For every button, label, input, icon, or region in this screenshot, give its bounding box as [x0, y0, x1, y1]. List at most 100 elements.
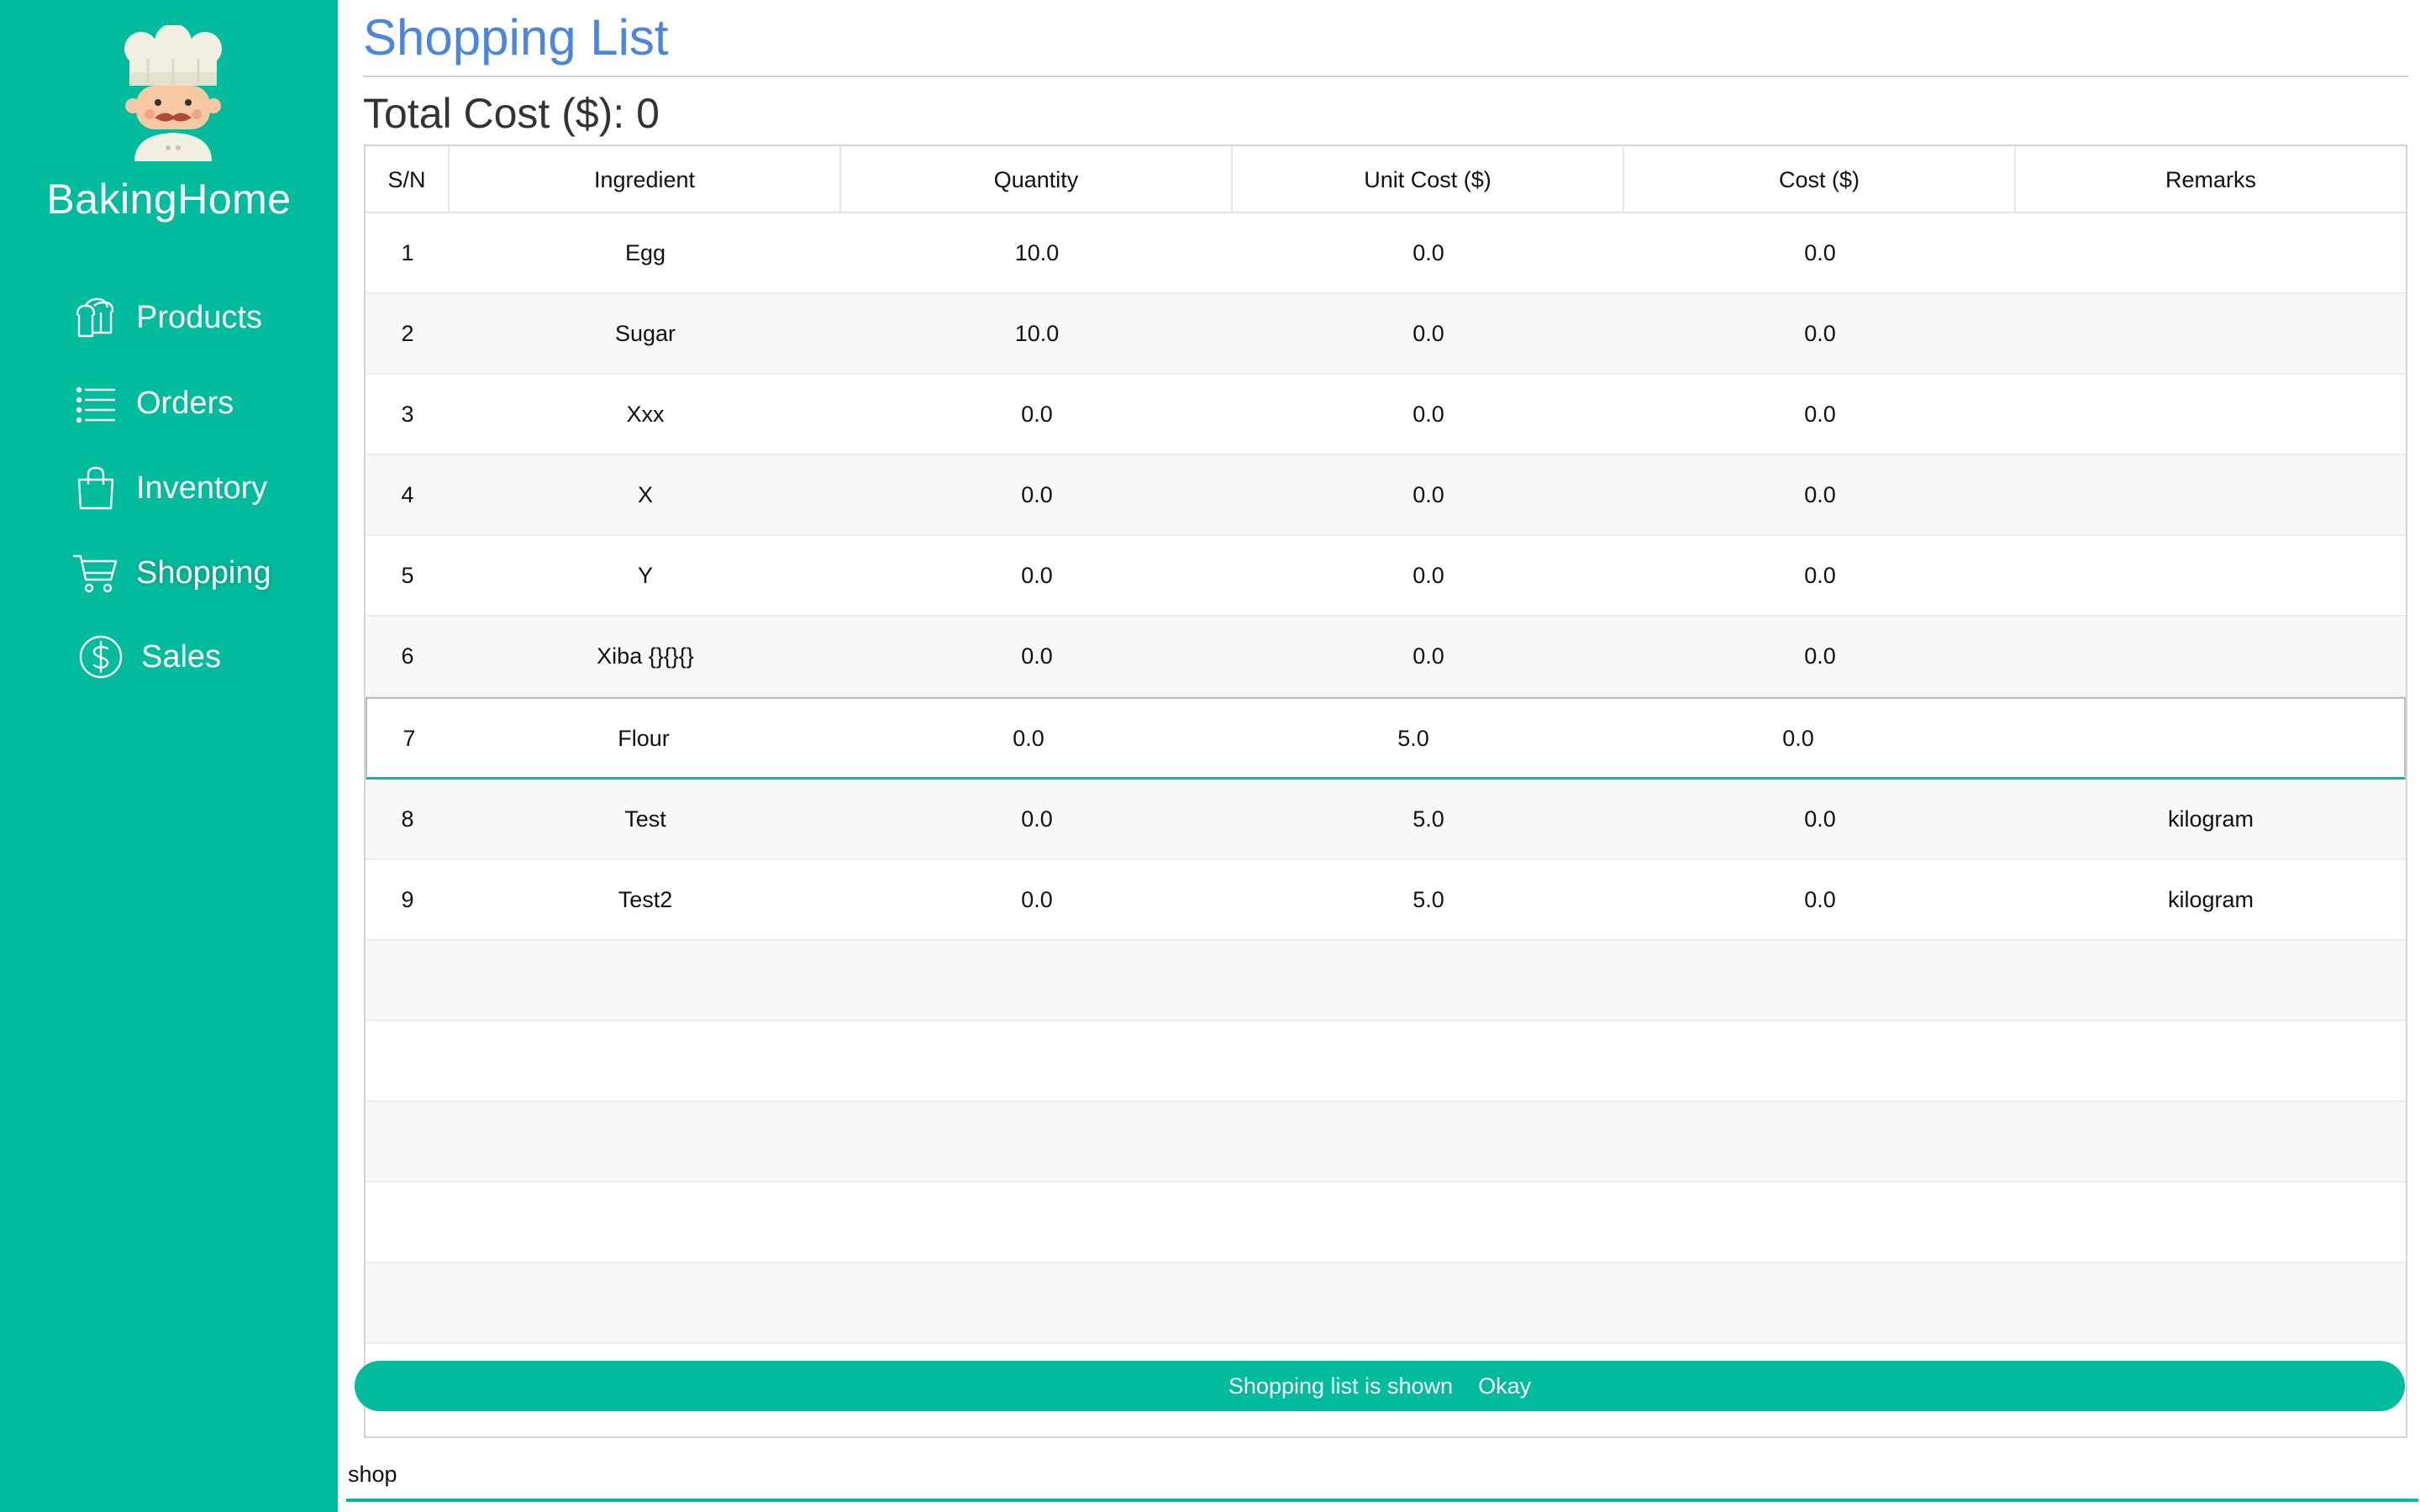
- cell-sn: 2: [401, 321, 414, 346]
- title-divider: [363, 76, 2408, 77]
- cell-unit-cost: 0.0: [1413, 321, 1444, 346]
- cell-quantity: 0.0: [1021, 806, 1053, 832]
- table-row[interactable]: 3 Xxx 0.0 0.0 0.0: [366, 375, 2406, 455]
- table-row[interactable]: 8 Test 0.0 5.0 0.0 kilogram: [366, 780, 2406, 860]
- cell-remarks: [2016, 294, 2406, 373]
- column-header-unit-cost[interactable]: Unit Cost ($): [1233, 146, 1624, 213]
- table-row-empty: [366, 941, 2406, 1021]
- cell-sn: 7: [402, 726, 416, 751]
- column-header-sn[interactable]: S/N: [366, 146, 450, 213]
- cell-cost: 0.0: [1804, 887, 1836, 912]
- table-row[interactable]: 9 Test2 0.0 5.0 0.0 kilogram: [366, 860, 2406, 941]
- table-row[interactable]: 4 X 0.0 0.0 0.0: [366, 455, 2406, 536]
- cell-quantity: 0.0: [1021, 402, 1053, 427]
- cell-sn: 1: [401, 240, 414, 265]
- toast-okay-button[interactable]: Okay: [1478, 1373, 1531, 1399]
- cell-ingredient: Xxx: [626, 402, 665, 427]
- shopping-table[interactable]: S/N Ingredient Quantity Unit Cost ($) Co…: [364, 144, 2407, 1438]
- cell-ingredient: Y: [637, 563, 653, 588]
- cell-ingredient: Test: [624, 806, 666, 832]
- sidebar-item-inventory[interactable]: Inventory: [72, 465, 267, 512]
- cell-remarks: [2016, 213, 2406, 292]
- column-header-quantity[interactable]: Quantity: [841, 146, 1233, 213]
- column-header-ingredient[interactable]: Ingredient: [450, 146, 841, 213]
- total-cost-label: Total Cost ($): 0: [363, 90, 660, 137]
- cell-quantity: 0.0: [1013, 726, 1044, 751]
- sidebar-item-label: Orders: [136, 385, 234, 421]
- cell-ingredient: Sugar: [614, 321, 676, 346]
- cell-ingredient: Egg: [624, 240, 666, 265]
- cell-sn: 8: [401, 806, 414, 832]
- brand-name: BakingHome: [46, 176, 292, 223]
- cell-sn: 5: [401, 563, 414, 588]
- cell-quantity: 0.0: [1021, 482, 1053, 507]
- cell-quantity: 10.0: [1014, 321, 1060, 346]
- table-row-empty: [366, 1021, 2406, 1102]
- cell-unit-cost: 0.0: [1413, 240, 1444, 265]
- sidebar-item-products[interactable]: Products: [72, 294, 262, 341]
- main-panel: Shopping List Total Cost ($): 0 S/N Ingr…: [338, 0, 2420, 1512]
- cell-remarks: [2016, 617, 2406, 696]
- cell-sn: 3: [401, 402, 414, 427]
- page-title: Shopping List: [363, 9, 669, 66]
- cell-sn: 9: [401, 887, 414, 912]
- column-header-cost[interactable]: Cost ($): [1624, 146, 2016, 213]
- chef-avatar-icon: [124, 25, 222, 161]
- cell-unit-cost: 0.0: [1413, 402, 1444, 427]
- cell-quantity: 0.0: [1021, 887, 1053, 912]
- cell-sn: 6: [401, 643, 414, 669]
- table-row-empty: [366, 1183, 2406, 1263]
- cell-unit-cost: 0.0: [1413, 563, 1444, 588]
- cell-ingredient: X: [637, 482, 653, 507]
- cell-unit-cost: 5.0: [1413, 887, 1444, 912]
- bag-icon: [77, 466, 114, 510]
- cell-cost: 0.0: [1804, 643, 1836, 669]
- command-input[interactable]: shop: [346, 1450, 2418, 1502]
- table-row-empty: [366, 1102, 2406, 1183]
- table-row-empty: [366, 1263, 2406, 1344]
- cell-remarks: kilogram: [2167, 806, 2254, 832]
- cell-ingredient: Xiba {}{}{}: [597, 643, 694, 669]
- cell-ingredient: Test2: [618, 887, 673, 912]
- sidebar-item-label: Inventory: [136, 470, 268, 506]
- cell-unit-cost: 0.0: [1413, 482, 1444, 507]
- sidebar-item-label: Products: [136, 299, 262, 335]
- table-row-selected[interactable]: 7 Flour 0.0 5.0 0.0: [366, 697, 2406, 780]
- sidebar-item-sales[interactable]: Sales: [77, 633, 221, 680]
- cell-cost: 0.0: [1804, 806, 1836, 832]
- bread-icon: [76, 297, 114, 338]
- cell-quantity: 0.0: [1021, 643, 1053, 669]
- cell-remarks: [2016, 536, 2406, 615]
- table-row[interactable]: 2 Sugar 10.0 0.0 0.0: [366, 294, 2406, 375]
- cell-cost: 0.0: [1804, 563, 1836, 588]
- toast-message: Shopping list is shown: [1228, 1373, 1454, 1399]
- cell-unit-cost: 5.0: [1397, 726, 1429, 751]
- cell-remarks: [1991, 699, 2404, 778]
- cell-cost: 0.0: [1804, 402, 1836, 427]
- cell-ingredient: Flour: [618, 726, 670, 751]
- sidebar: BakingHome Products Orders Inventory Sho…: [0, 0, 338, 1512]
- sidebar-item-label: Shopping: [136, 554, 271, 591]
- list-icon: [76, 386, 116, 423]
- cell-remarks: kilogram: [2167, 887, 2254, 912]
- cell-cost: 0.0: [1804, 482, 1836, 507]
- table-header: S/N Ingredient Quantity Unit Cost ($) Co…: [366, 146, 2406, 213]
- cell-sn: 4: [401, 482, 414, 507]
- sidebar-item-shopping[interactable]: Shopping: [72, 549, 271, 596]
- sidebar-item-label: Sales: [141, 638, 222, 675]
- column-header-remarks[interactable]: Remarks: [2016, 146, 2406, 213]
- cell-cost: 0.0: [1782, 726, 1814, 751]
- cell-cost: 0.0: [1804, 240, 1836, 265]
- table-row[interactable]: 5 Y 0.0 0.0 0.0: [366, 536, 2406, 617]
- cell-quantity: 0.0: [1021, 563, 1053, 588]
- cell-remarks: [2016, 375, 2406, 454]
- cell-quantity: 10.0: [1014, 240, 1060, 265]
- table-row[interactable]: 6 Xiba {}{}{} 0.0 0.0 0.0: [366, 617, 2406, 697]
- cell-cost: 0.0: [1804, 321, 1836, 346]
- table-row[interactable]: 1 Egg 10.0 0.0 0.0: [366, 213, 2406, 294]
- status-toast: Shopping list is shown Okay: [355, 1361, 2405, 1411]
- dollar-circle-icon: [79, 635, 123, 679]
- total-cost: Total Cost ($): 0: [363, 89, 660, 138]
- sidebar-item-orders[interactable]: Orders: [72, 380, 234, 427]
- cell-remarks: [2016, 455, 2406, 534]
